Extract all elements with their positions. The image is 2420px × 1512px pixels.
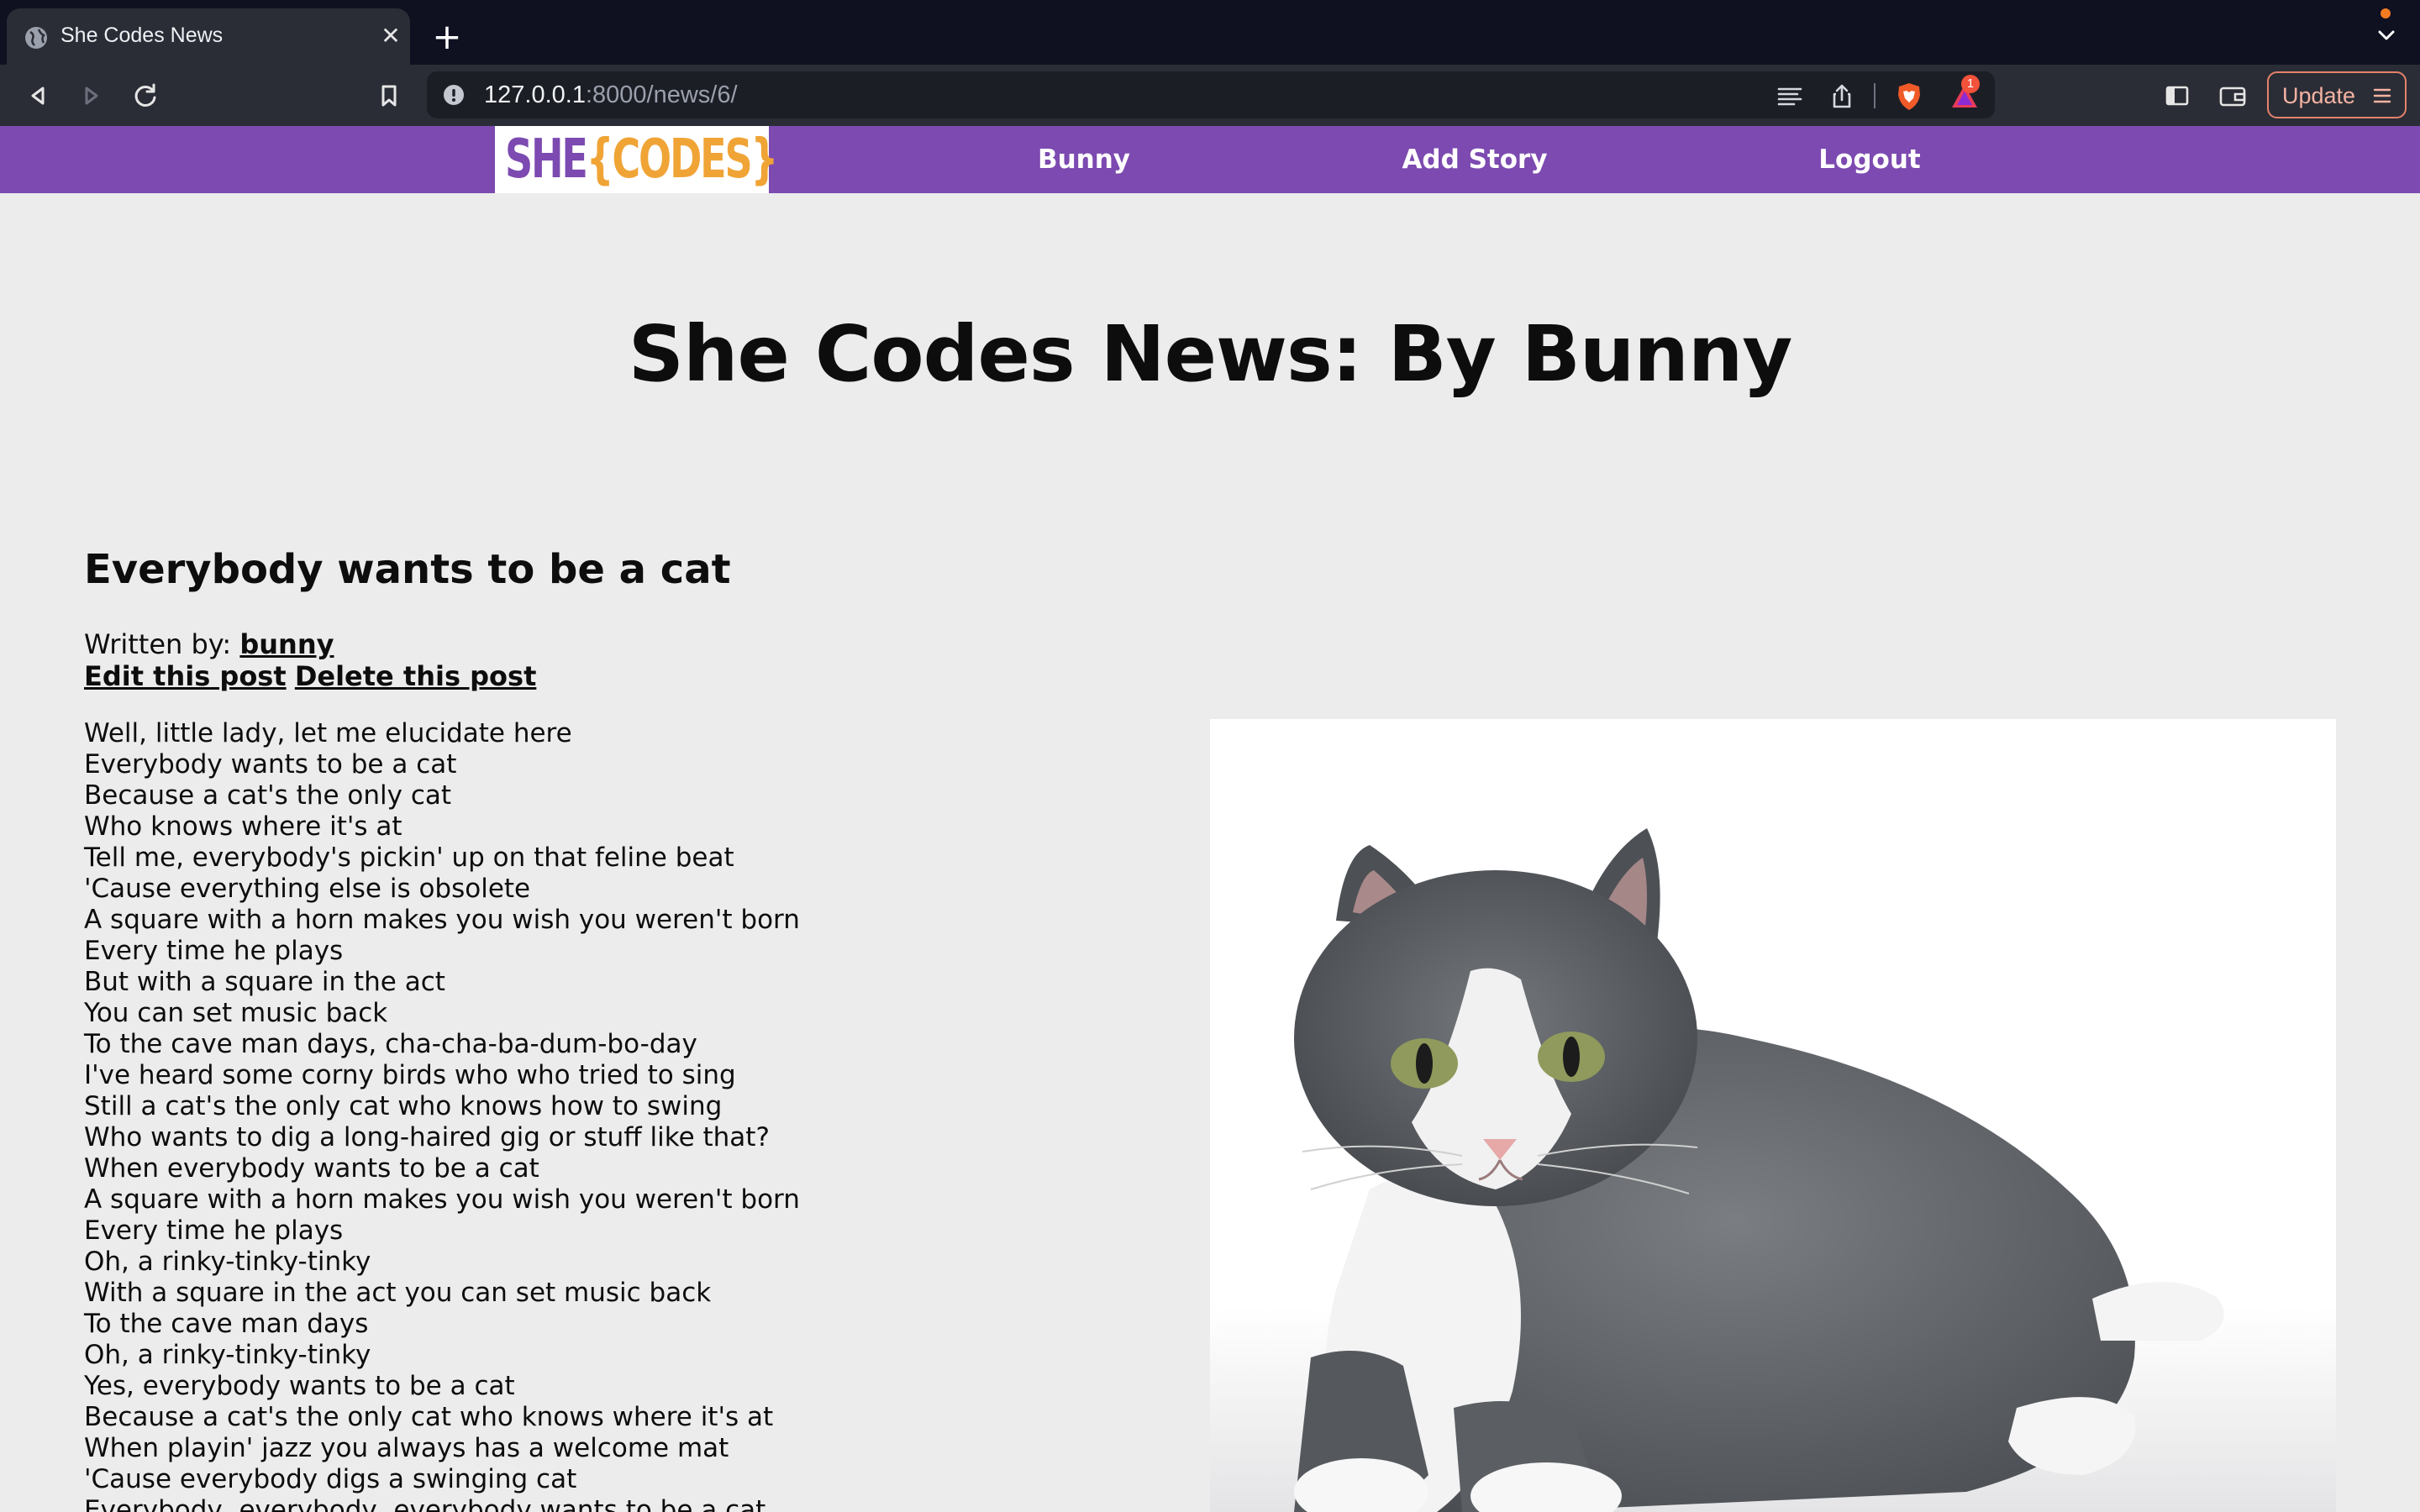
she-codes-logo[interactable]: SHE{CODES}	[495, 126, 778, 193]
url-text[interactable]: 127.0.0.1:8000/news/6/	[484, 81, 738, 109]
story-line: 'Cause everybody digs a swinging cat	[84, 1464, 577, 1494]
menu-icon	[2373, 88, 2391, 103]
sidebar-icon[interactable]	[2158, 76, 2196, 115]
url-host: 127.0.0.1	[484, 81, 586, 108]
story-line: A square with a horn makes you wish you …	[84, 905, 800, 935]
nav-logout-link[interactable]: Logout	[1781, 143, 1958, 176]
story-line: Every time he plays	[84, 936, 344, 966]
browser-tab-strip: She Codes News ✕ +	[0, 0, 2420, 65]
story-line: Well, little lady, let me elucidate here	[84, 718, 572, 748]
story-image	[1210, 719, 2336, 1512]
chevron-down-icon[interactable]	[2370, 24, 2403, 49]
story-line: Because a cat's the only cat who knows w…	[84, 1402, 774, 1432]
edit-post-link[interactable]: Edit this post	[84, 660, 287, 692]
globe-icon	[25, 27, 47, 49]
browser-tab[interactable]: She Codes News ✕	[7, 8, 410, 65]
story-line: Everybody wants to be a cat	[84, 749, 457, 780]
story-line: With a square in the act you can set mus…	[84, 1278, 712, 1308]
story-line: But with a square in the act	[84, 967, 445, 997]
written-by-label: Written by:	[84, 628, 240, 660]
toolbar-divider	[1874, 83, 1876, 108]
info-icon[interactable]	[442, 83, 466, 107]
url-path: :8000/news/6/	[585, 81, 738, 108]
story-line: Oh, a rinky-tinky-tinky	[84, 1340, 371, 1370]
story-title: Everybody wants to be a cat	[84, 546, 731, 593]
story-line: Still a cat's the only cat who knows how…	[84, 1091, 723, 1121]
notification-badge: 1	[1961, 75, 1980, 93]
nav-user-link[interactable]: Bunny	[1000, 143, 1168, 176]
story-line: Who knows where it's at	[84, 811, 402, 842]
wallet-icon[interactable]	[2213, 76, 2252, 115]
story-line: Everybody, everybody, everybody wants to…	[84, 1495, 766, 1512]
address-bar[interactable]: 127.0.0.1:8000/news/6/ 1	[427, 71, 1995, 118]
story-byline: Written by: bunny	[84, 628, 334, 660]
logo-codes: {CODES}	[586, 129, 779, 191]
page-title: She Codes News: By Bunny	[628, 309, 1793, 399]
story-line: Who wants to dig a long-haired gig or st…	[84, 1122, 770, 1152]
story-line: Yes, everybody wants to be a cat	[84, 1371, 515, 1401]
story-line: You can set music back	[84, 998, 388, 1028]
update-label: Update	[2282, 83, 2356, 108]
plus-icon[interactable]: +	[430, 19, 464, 55]
story-line: Every time he plays	[84, 1215, 344, 1246]
logo-text: SHE{CODES}	[505, 126, 779, 193]
story-line: To the cave man days	[84, 1309, 369, 1339]
story-content: Well, little lady, let me elucidate here…	[84, 718, 1092, 1512]
story-line: When playin' jazz you always has a welco…	[84, 1433, 729, 1463]
story-line: Because a cat's the only cat	[84, 780, 452, 811]
story-line: A square with a horn makes you wish you …	[84, 1184, 800, 1215]
story-line: I've heard some corny birds who who trie…	[84, 1060, 736, 1090]
nav-add-story-link[interactable]: Add Story	[1378, 143, 1571, 176]
story-line: When everybody wants to be a cat	[84, 1153, 539, 1184]
post-actions: Edit this post Delete this post	[84, 660, 536, 692]
close-icon[interactable]: ✕	[376, 22, 405, 50]
story-line: To the cave man days, cha-cha-ba-dum-bo-…	[84, 1029, 697, 1059]
author-link[interactable]: bunny	[239, 628, 334, 660]
share-icon[interactable]	[1825, 80, 1859, 113]
browser-toolbar: 127.0.0.1:8000/news/6/ 1 Update	[0, 65, 2420, 126]
reload-icon[interactable]	[126, 76, 165, 115]
story-line: 'Cause everything else is obsolete	[84, 874, 531, 904]
story-line: Oh, a rinky-tinky-tinky	[84, 1247, 371, 1277]
bookmark-icon[interactable]	[370, 76, 408, 115]
back-icon[interactable]	[18, 76, 57, 115]
forward-icon[interactable]	[72, 76, 111, 115]
update-button[interactable]: Update	[2267, 71, 2407, 118]
site-navbar: SHE{CODES} Bunny Add Story Logout	[0, 126, 2420, 193]
logo-she: SHE	[505, 129, 588, 191]
story-line: Tell me, everybody's pickin' up on that …	[84, 843, 734, 873]
delete-post-link[interactable]: Delete this post	[295, 660, 537, 692]
reader-mode-icon[interactable]	[1773, 80, 1807, 113]
update-notification-dot	[2381, 8, 2391, 18]
brave-shield-icon[interactable]	[1892, 80, 1926, 113]
tab-title: She Codes News	[60, 24, 224, 47]
cat-photo	[1210, 719, 2336, 1512]
